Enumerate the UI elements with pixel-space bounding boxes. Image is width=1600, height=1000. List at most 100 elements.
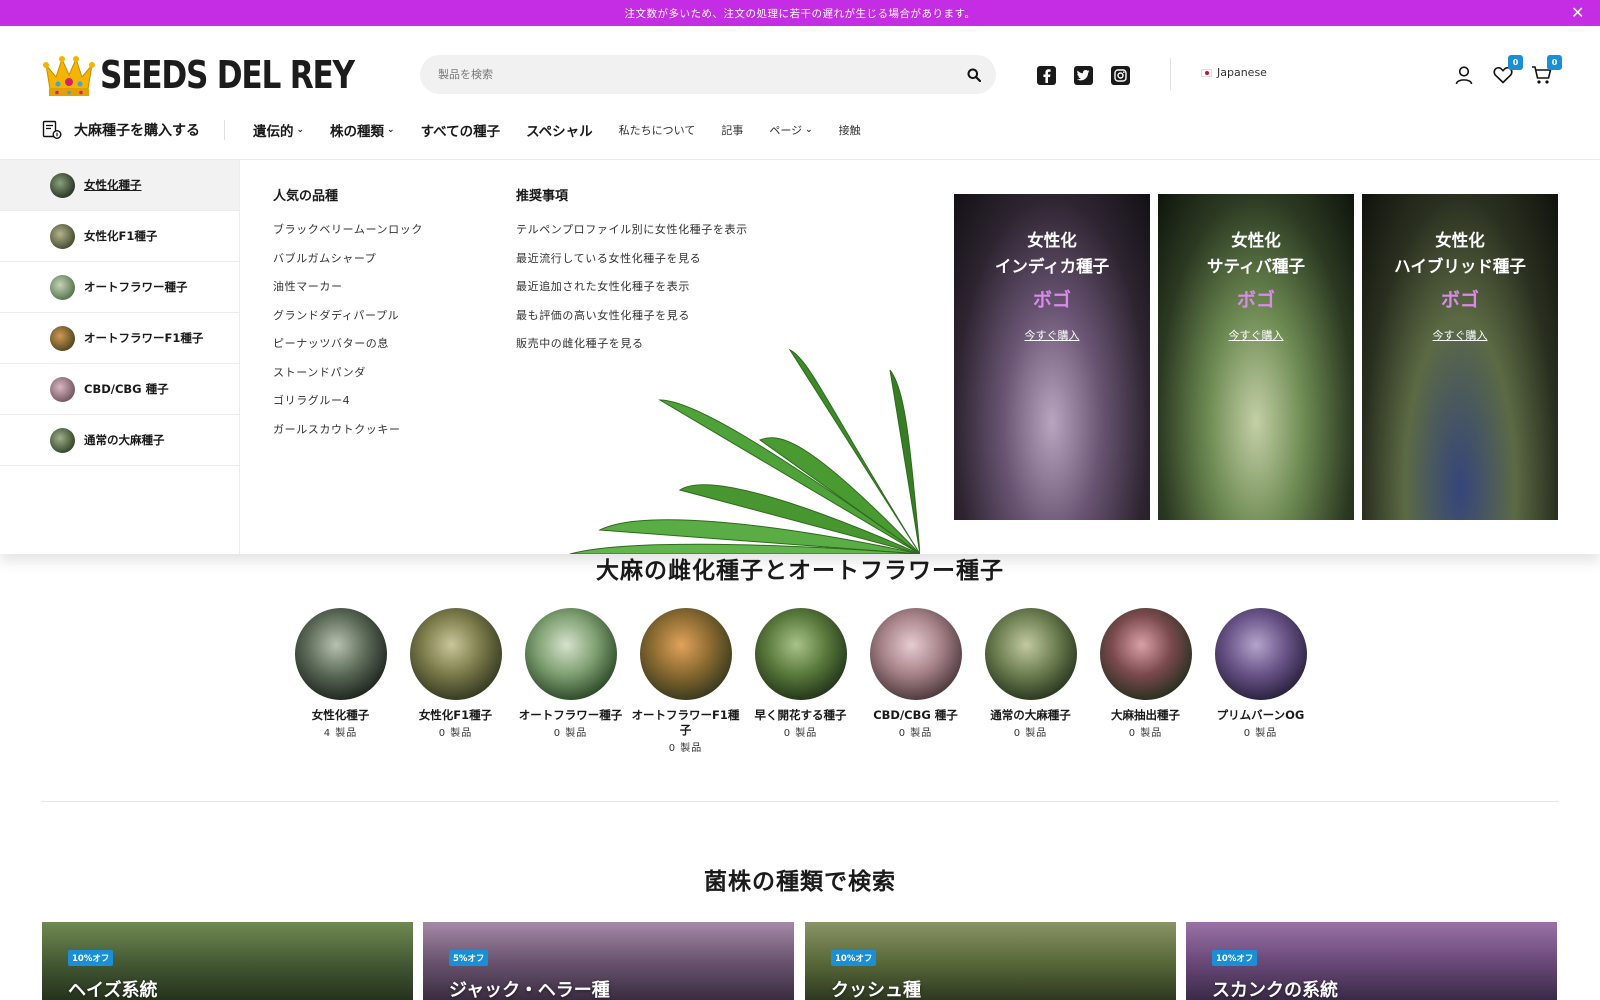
mega-cat-autoflower[interactable]: オートフラワー種子 <box>0 262 239 313</box>
logo[interactable]: SEEDS DEL REY <box>42 50 410 100</box>
language-label: Japanese <box>1217 66 1267 79</box>
cat-thumbnail <box>50 172 75 198</box>
popular-strain-link[interactable]: ピーナッツバターの息 <box>273 336 423 365</box>
category-name: 大麻抽出種子 <box>1111 708 1180 722</box>
seed-categories-title: 大麻の雌化種子とオートフラワー種子 <box>596 558 1004 584</box>
category-autoflower[interactable]: オートフラワー種子 0 製品 <box>513 608 628 739</box>
category-autoflower-f1[interactable]: オートフラワーF1種子 0 製品 <box>628 608 743 754</box>
strain-types-title: 菌株の種類で検索 <box>704 869 896 895</box>
mega-cat-feminized[interactable]: 女性化種子 <box>0 160 239 211</box>
strain-card-jack-herer[interactable]: 5%オフ ジャック・ヘラー種 <box>423 922 794 1000</box>
category-name: 通常の大麻種子 <box>990 708 1071 722</box>
promo-brand: ボゴ <box>1236 289 1275 311</box>
promo-title-line2: ハイブリッド種子 <box>1394 257 1526 276</box>
nav-genetics[interactable]: 遺伝的 ⌄ <box>253 120 304 140</box>
main-nav: 大麻種子を購入する 遺伝的 ⌄ 株の種類 ⌄ すべての種子 スペシャル 私たちについ… <box>42 116 887 144</box>
promo-buy-link[interactable]: 今すぐ購入 <box>1362 327 1558 343</box>
cat-label: 通常の大麻種子 <box>84 433 165 447</box>
nav-specials[interactable]: スペシャル <box>526 120 593 140</box>
category-regular[interactable]: 通常の大麻種子 0 製品 <box>973 608 1088 739</box>
buy-seeds-label: 大麻種子を購入する <box>74 123 200 139</box>
recommendations-heading: 推奨事項 <box>516 189 569 204</box>
category-name: 早く開花する種子 <box>754 708 847 722</box>
discount-badge: 10%オフ <box>831 950 877 966</box>
mega-menu: 女性化種子 女性化F1種子 オートフラワー種子 オートフラワーF1種子 CBD/… <box>0 160 1600 554</box>
nav-all-seeds-label: すべての種子 <box>420 124 501 140</box>
logo-text: SEEDS DEL REY <box>100 53 355 97</box>
cart-button[interactable]: 0 <box>1530 55 1562 87</box>
recommendation-link[interactable]: 最近追加された女性化種子を表示 <box>516 279 748 308</box>
nav-contact-label: 接触 <box>838 124 861 137</box>
popular-strain-link[interactable]: 油性マーカー <box>273 279 423 308</box>
chevron-down-icon: ⌄ <box>805 125 813 135</box>
recommendation-link[interactable]: テルペンプロファイル別に女性化種子を表示 <box>516 222 748 251</box>
popular-strain-link[interactable]: ブラックベリームーンロック <box>273 222 423 251</box>
mega-menu-categories: 女性化種子 女性化F1種子 オートフラワー種子 オートフラワーF1種子 CBD/… <box>0 160 240 554</box>
account-button[interactable] <box>1452 63 1476 87</box>
mega-cat-regular[interactable]: 通常の大麻種子 <box>0 415 239 466</box>
mega-cat-feminized-f1[interactable]: 女性化F1種子 <box>0 211 239 262</box>
popular-strain-link[interactable]: グランドダディパープル <box>273 308 423 337</box>
wishlist-button[interactable]: 0 <box>1491 55 1523 87</box>
promo-buy-link[interactable]: 今すぐ購入 <box>954 327 1150 343</box>
search-button[interactable] <box>952 55 996 94</box>
category-image <box>639 608 732 700</box>
discount-badge: 10%オフ <box>68 950 114 966</box>
promo-title-line1: 女性化 <box>1435 231 1485 250</box>
cat-thumbnail <box>50 325 75 351</box>
nav-articles[interactable]: 記事 <box>721 122 743 138</box>
strain-card-skunk[interactable]: 10%オフ スカンクの系統 <box>1186 922 1557 1000</box>
promo-title-line2: インディカ種子 <box>994 257 1110 276</box>
strain-card-haze[interactable]: 10%オフ ヘイズ系統 <box>42 922 413 1000</box>
popular-strain-link[interactable]: ガールスカウトクッキー <box>273 422 423 451</box>
language-selector[interactable]: Japanese <box>1201 66 1267 79</box>
twitter-icon[interactable] <box>1074 66 1093 85</box>
nav-contact[interactable]: 接触 <box>839 122 861 138</box>
search-input[interactable] <box>420 55 952 94</box>
popular-strain-link[interactable]: ストーンドパンダ <box>273 365 423 394</box>
wishlist-count-badge: 0 <box>1508 55 1523 70</box>
section-divider <box>42 801 1558 802</box>
search-icon <box>967 68 981 82</box>
strain-card-kush[interactable]: 10%オフ クッシュ種 <box>805 922 1176 1000</box>
promo-indica-card[interactable]: 女性化 インディカ種子 ボゴ 今すぐ購入 <box>954 194 1150 520</box>
popular-strain-link[interactable]: ゴリラグルー4 <box>273 393 423 422</box>
nav-all-seeds[interactable]: すべての種子 <box>421 120 501 140</box>
cat-thumbnail <box>50 427 75 453</box>
category-count: 0 製品 <box>898 728 933 739</box>
recommendation-link[interactable]: 最近流行している女性化種子を見る <box>516 251 748 280</box>
nav-pages-label: ページ <box>769 124 803 137</box>
category-image <box>1214 608 1307 700</box>
category-extraction[interactable]: 大麻抽出種子 0 製品 <box>1088 608 1203 739</box>
promo-hybrid-card[interactable]: 女性化 ハイブリッド種子 ボゴ 今すぐ購入 <box>1362 194 1558 520</box>
popular-strain-link[interactable]: バブルガムシャープ <box>273 251 423 280</box>
mega-cat-autoflower-f1[interactable]: オートフラワーF1種子 <box>0 313 239 364</box>
nav-pages[interactable]: ページ ⌄ <box>769 122 812 138</box>
cat-thumbnail <box>50 376 75 402</box>
promo-buy-link[interactable]: 今すぐ購入 <box>1158 327 1354 343</box>
nav-strain-types-label: 株の種類 <box>330 124 385 140</box>
category-feminized-f1[interactable]: 女性化F1種子 0 製品 <box>398 608 513 739</box>
announcement-bar: 注文数が多いため、注文の処理に若干の遅れが生じる場合があります。 ✕ <box>0 0 1600 26</box>
nav-strain-types[interactable]: 株の種類 ⌄ <box>330 120 395 140</box>
nav-about[interactable]: 私たちについて <box>619 122 696 138</box>
category-primbarn-og[interactable]: プリムバーンOG 0 製品 <box>1203 608 1318 739</box>
category-count: 0 製品 <box>1243 728 1278 739</box>
search-bar <box>420 55 996 94</box>
instagram-icon[interactable] <box>1111 66 1130 85</box>
cart-count-badge: 0 <box>1547 55 1562 70</box>
close-icon[interactable]: ✕ <box>1568 3 1588 23</box>
promo-sativa-card[interactable]: 女性化 サティバ種子 ボゴ 今すぐ購入 <box>1158 194 1354 520</box>
cat-thumbnail <box>50 274 75 300</box>
category-count: 0 製品 <box>783 728 818 739</box>
category-cbd[interactable]: CBD/CBG 種子 0 製品 <box>858 608 973 739</box>
category-count: 0 製品 <box>668 743 703 754</box>
promo-title-line1: 女性化 <box>1231 231 1281 250</box>
buy-seeds-menu[interactable]: 大麻種子を購入する <box>42 120 225 140</box>
facebook-icon[interactable] <box>1037 66 1056 85</box>
category-fast-flowering[interactable]: 早く開花する種子 0 製品 <box>743 608 858 739</box>
user-icon <box>1455 66 1473 85</box>
mega-cat-cbd[interactable]: CBD/CBG 種子 <box>0 364 239 415</box>
category-count: 0 製品 <box>1013 728 1048 739</box>
category-feminized[interactable]: 女性化種子 4 製品 <box>283 608 398 739</box>
